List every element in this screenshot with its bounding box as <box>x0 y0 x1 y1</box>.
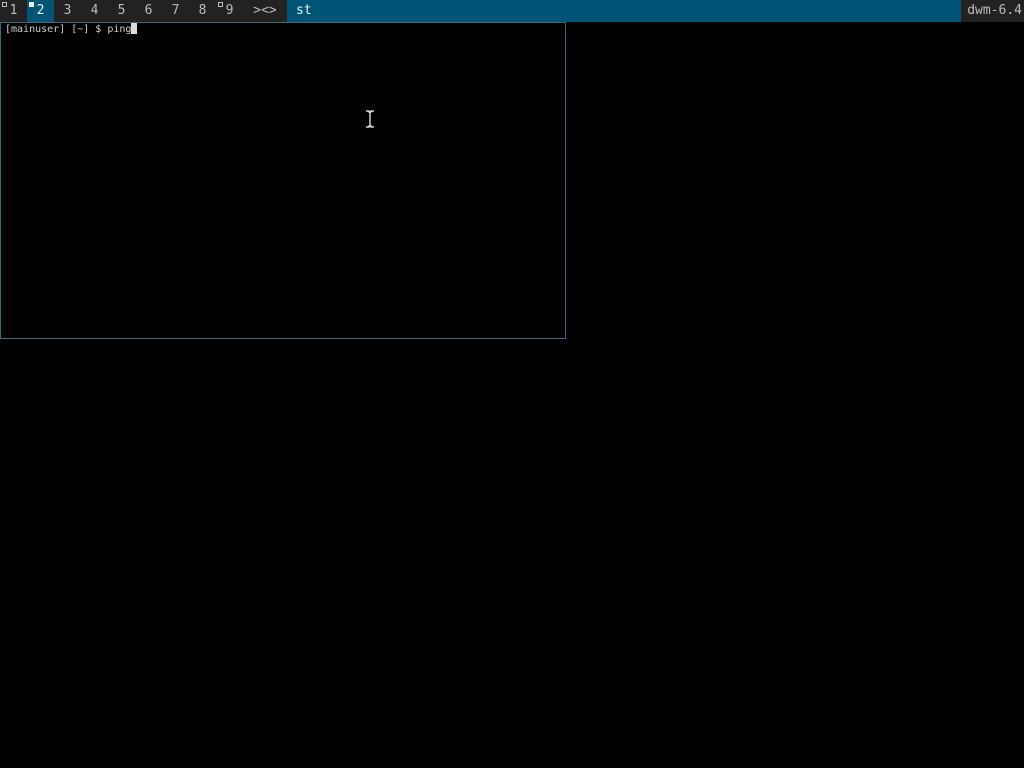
occupied-indicator-icon <box>218 2 223 7</box>
tag-2[interactable]: 2 <box>27 0 54 22</box>
i-beam-cursor-icon <box>366 110 374 128</box>
text-cursor <box>131 23 138 34</box>
terminal-line: [mainuser] [~] $ ping <box>5 23 138 37</box>
tag-8[interactable]: 8 <box>189 0 216 22</box>
status-text: dwm-6.4 <box>961 0 1024 22</box>
tag-label: 9 <box>225 3 234 18</box>
tag-4[interactable]: 4 <box>81 0 108 22</box>
tag-label: 3 <box>63 3 72 18</box>
occupied-indicator-icon <box>29 2 34 7</box>
shell-prompt: [mainuser] [~] $ <box>5 24 108 35</box>
tag-7[interactable]: 7 <box>162 0 189 22</box>
tag-3[interactable]: 3 <box>54 0 81 22</box>
tag-9[interactable]: 9 <box>216 0 243 22</box>
window-title[interactable]: st <box>287 0 961 22</box>
terminal-window[interactable]: [mainuser] [~] $ ping <box>0 22 566 339</box>
dwm-status-bar: 1 2 3 4 5 6 7 8 9 ><> st dwm-6.4 <box>0 0 1024 22</box>
tag-label: 5 <box>117 3 126 18</box>
tag-list: 1 2 3 4 5 6 7 8 9 <box>0 0 243 22</box>
tag-label: 6 <box>144 3 153 18</box>
tag-5[interactable]: 5 <box>108 0 135 22</box>
occupied-indicator-icon <box>2 2 7 7</box>
tag-label: 1 <box>9 3 18 18</box>
tag-label: 4 <box>90 3 99 18</box>
tag-label: 7 <box>171 3 180 18</box>
layout-symbol[interactable]: ><> <box>243 0 287 22</box>
command-input[interactable]: ping <box>107 24 131 35</box>
tag-label: 8 <box>198 3 207 18</box>
tag-6[interactable]: 6 <box>135 0 162 22</box>
tag-1[interactable]: 1 <box>0 0 27 22</box>
tag-label: 2 <box>36 3 45 18</box>
